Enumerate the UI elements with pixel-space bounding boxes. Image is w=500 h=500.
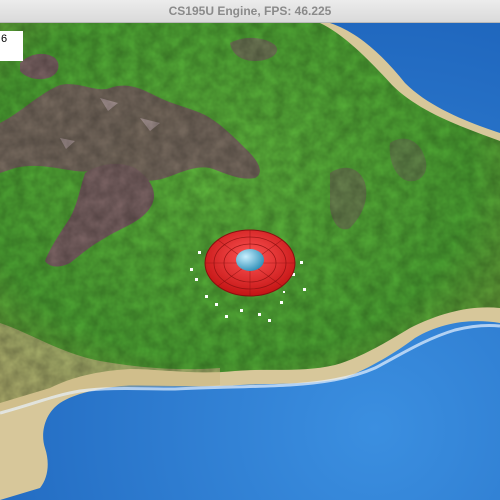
window-title: CS195U Engine, FPS: 46.225 — [168, 4, 332, 18]
ufo-player — [204, 229, 296, 297]
hud-counter: 6 — [0, 31, 23, 61]
game-window: CS195U Engine, FPS: 46.225 6 — [0, 0, 500, 500]
terrain-scene — [0, 23, 500, 500]
hud-counter-value: 6 — [1, 33, 8, 45]
ufo-dome — [236, 249, 264, 271]
window-titlebar[interactable]: CS195U Engine, FPS: 46.225 — [0, 0, 500, 23]
game-viewport[interactable] — [0, 23, 500, 500]
